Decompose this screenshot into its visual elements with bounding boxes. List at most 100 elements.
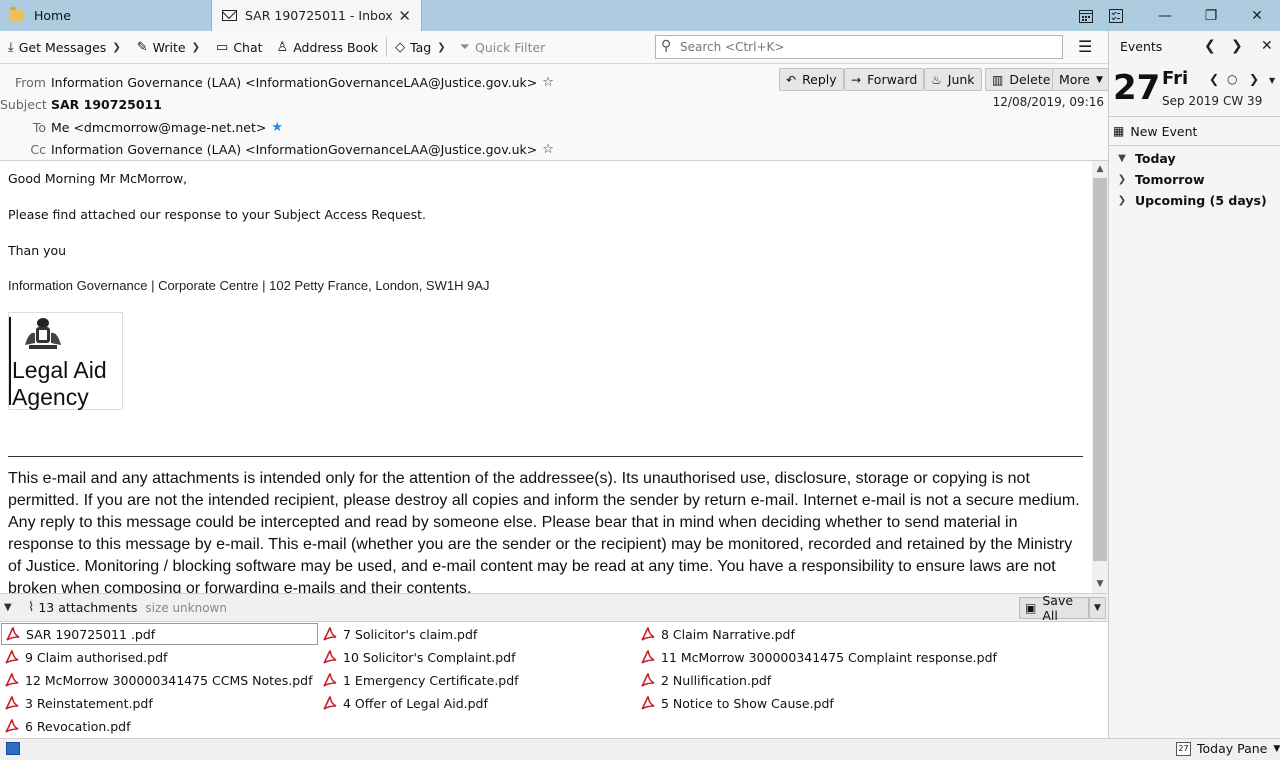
- pdf-icon: [641, 672, 655, 687]
- chevron-right-icon: ❯: [1117, 194, 1127, 206]
- star-filled-icon[interactable]: ★: [271, 120, 283, 135]
- cc-address[interactable]: Information Governance (LAA) <Informatio…: [51, 142, 537, 157]
- new-event-button[interactable]: ▦ New Event: [1109, 116, 1280, 146]
- restore-icon[interactable]: ❐: [1188, 8, 1234, 24]
- attachment-item[interactable]: 7 Solicitor's claim.pdf: [319, 623, 477, 645]
- today-pane-toggle[interactable]: 27 Today Pane ▼: [1176, 741, 1280, 756]
- close-tab-icon[interactable]: ✕: [398, 7, 411, 25]
- pdf-icon: [5, 695, 19, 710]
- attachment-count[interactable]: 13 attachments: [38, 600, 137, 615]
- attachment-item[interactable]: 10 Solicitor's Complaint.pdf: [319, 646, 516, 668]
- disclaimer-text: This e-mail and any attachments is inten…: [8, 470, 1080, 593]
- today-circle-icon[interactable]: ○: [1227, 72, 1237, 86]
- attachment-item[interactable]: 5 Notice to Show Cause.pdf: [637, 692, 834, 714]
- hamburger-menu-icon[interactable]: ☰: [1078, 37, 1092, 56]
- attachment-item[interactable]: 9 Claim authorised.pdf: [1, 646, 167, 668]
- from-label: From: [15, 74, 46, 90]
- quick-filter-button[interactable]: ⏷ Quick Filter: [456, 31, 550, 64]
- attachment-toggle-icon[interactable]: ▼: [4, 602, 18, 613]
- tasks-tab-icon[interactable]: [1108, 0, 1124, 31]
- weekday: Fri: [1162, 68, 1189, 89]
- delete-button[interactable]: ▥ Delete: [985, 68, 1058, 91]
- message-date: 12/08/2019, 09:16: [992, 95, 1104, 109]
- pencil-icon: ✎: [136, 39, 148, 55]
- body-greeting: Good Morning Mr McMorrow,: [8, 171, 188, 186]
- group-today-label: Today: [1135, 150, 1176, 166]
- write-dropdown-icon[interactable]: ❯: [192, 42, 200, 53]
- search-input[interactable]: ⚲ Search <Ctrl+K>: [655, 35, 1063, 59]
- attachment-item[interactable]: 8 Claim Narrative.pdf: [637, 623, 795, 645]
- paperclip-icon: ⌇: [28, 600, 35, 615]
- chevron-left-icon[interactable]: ❮: [1204, 38, 1216, 54]
- group-today[interactable]: ▼ Today: [1109, 148, 1176, 168]
- subject-value: SAR 190725011: [51, 96, 162, 112]
- save-all-button[interactable]: ▣ Save All: [1019, 593, 1089, 623]
- attachment-item[interactable]: 11 McMorrow 300000341475 Complaint respo…: [637, 646, 997, 668]
- next-day-icon[interactable]: ❯: [1249, 72, 1259, 86]
- calendar-week: CW 39: [1223, 94, 1263, 108]
- close-pane-icon[interactable]: ✕: [1261, 38, 1273, 54]
- download-icon: ⤓: [8, 39, 14, 55]
- chat-button[interactable]: ▭ Chat: [212, 31, 267, 64]
- junk-button[interactable]: ♨ Junk: [924, 68, 982, 91]
- attachment-name: 7 Solicitor's claim.pdf: [343, 626, 478, 642]
- attachment-item[interactable]: 12 McMorrow 300000341475 CCMS Notes.pdf: [1, 669, 313, 691]
- attachment-item[interactable]: 6 Revocation.pdf: [1, 715, 131, 737]
- more-button[interactable]: More ▼: [1052, 68, 1110, 91]
- attachment-item[interactable]: 1 Emergency Certificate.pdf: [319, 669, 519, 691]
- from-address[interactable]: Information Governance (LAA) <Informatio…: [51, 75, 537, 90]
- star-icon[interactable]: ☆: [542, 142, 554, 157]
- scroll-down-icon[interactable]: ▼: [1092, 576, 1108, 593]
- scrollbar-thumb[interactable]: [1093, 178, 1107, 561]
- attachment-name: 1 Emergency Certificate.pdf: [343, 672, 519, 688]
- attachment-item[interactable]: 4 Offer of Legal Aid.pdf: [319, 692, 488, 714]
- body-signature: Information Governance | Corporate Centr…: [8, 278, 490, 293]
- body-scrollbar[interactable]: ▲ ▼: [1092, 161, 1108, 593]
- forward-button[interactable]: → Forward: [844, 68, 925, 91]
- scroll-up-icon[interactable]: ▲: [1092, 161, 1108, 178]
- minimize-icon[interactable]: —: [1142, 8, 1188, 24]
- attachment-name: 11 McMorrow 300000341475 Complaint respo…: [661, 649, 997, 665]
- tab-message[interactable]: SAR 190725011 - Inbox - dmcmorrow@mage-n…: [211, 0, 422, 31]
- attachment-size: size unknown: [145, 600, 227, 615]
- attachment-name: 5 Notice to Show Cause.pdf: [661, 695, 834, 711]
- calendar-tab-icon[interactable]: [1078, 0, 1094, 31]
- search-icon: ⚲: [661, 38, 672, 54]
- address-book-button[interactable]: ♙ Address Book: [273, 31, 383, 64]
- get-messages-label: Get Messages: [18, 39, 107, 55]
- write-button[interactable]: ✎ Write: [133, 31, 190, 64]
- expand-dropdown-icon[interactable]: ▼: [1269, 76, 1275, 85]
- close-window-icon[interactable]: ✕: [1234, 8, 1280, 24]
- attachment-item[interactable]: 2 Nullification.pdf: [637, 669, 771, 691]
- previous-day-icon[interactable]: ❮: [1209, 72, 1219, 86]
- chevron-right-icon[interactable]: ❯: [1231, 38, 1243, 54]
- attachment-item[interactable]: SAR 190725011 .pdf: [1, 623, 318, 645]
- tab-home[interactable]: Home: [0, 0, 210, 31]
- today-pane-header: Events ❮ ❯ ✕: [1109, 31, 1280, 62]
- pdf-icon: [641, 649, 655, 664]
- tag-button[interactable]: ◇ Tag ❯: [391, 31, 450, 64]
- attachment-list: SAR 190725011 .pdf 7 Solicitor's claim.p…: [0, 622, 1108, 738]
- get-messages-button[interactable]: ⤓ Get Messages: [0, 31, 110, 64]
- today-pane: Events ❮ ❯ ✕ 27 Fri Sep 2019 CW 39 ❮ ○ ❯…: [1108, 31, 1280, 738]
- group-tomorrow[interactable]: ❯ Tomorrow: [1109, 169, 1205, 189]
- get-messages-dropdown-icon[interactable]: ❯: [112, 42, 120, 53]
- trash-icon: ▥: [992, 72, 1004, 87]
- chat-label: Chat: [233, 39, 263, 55]
- star-icon[interactable]: ☆: [542, 75, 554, 90]
- online-status-icon[interactable]: [6, 742, 20, 755]
- attachment-name: SAR 190725011 .pdf: [26, 626, 156, 642]
- calendar-add-icon: ▦: [1113, 124, 1125, 138]
- pdf-icon: [323, 672, 337, 687]
- to-address[interactable]: Me <dmcmorrow@mage-net.net>: [51, 120, 266, 135]
- group-upcoming-label: Upcoming (5 days): [1135, 192, 1267, 208]
- reply-button[interactable]: ↶ Reply: [779, 68, 844, 91]
- logo-bar: [9, 317, 11, 405]
- tag-label: Tag: [410, 39, 432, 55]
- chevron-down-icon: ▼: [1118, 152, 1126, 164]
- pdf-icon: [323, 649, 337, 664]
- pdf-icon: [323, 626, 337, 641]
- save-all-dropdown-icon[interactable]: ▼: [1089, 597, 1106, 619]
- group-upcoming[interactable]: ❯ Upcoming (5 days): [1109, 190, 1267, 210]
- attachment-item[interactable]: 3 Reinstatement.pdf: [1, 692, 153, 714]
